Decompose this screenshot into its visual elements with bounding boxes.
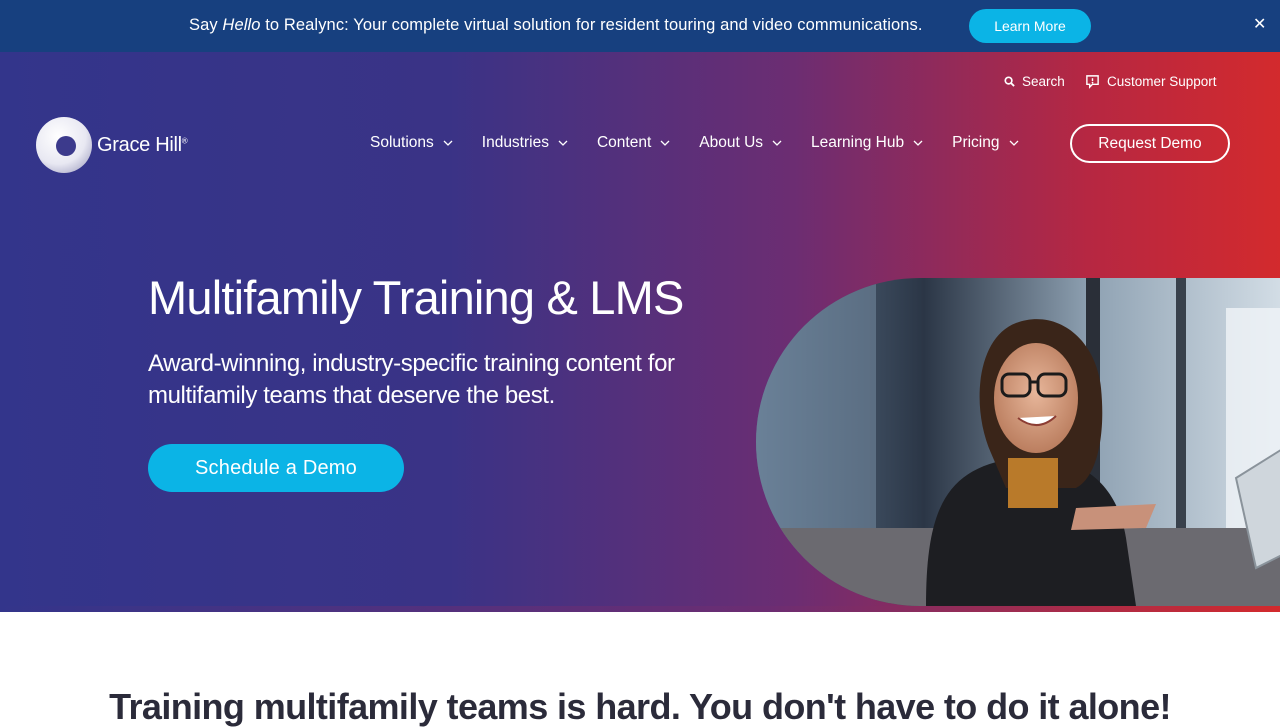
nav-item-learning-hub[interactable]: Learning Hub: [811, 134, 923, 152]
announcement-prefix: Say: [189, 16, 223, 34]
announcement-text: Say Hello to Realync: Your complete virt…: [189, 16, 923, 35]
hero-subtitle: Award-winning, industry-specific trainin…: [148, 350, 675, 409]
chevron-down-icon: [443, 140, 453, 146]
nav-item-about-us[interactable]: About Us: [699, 134, 782, 152]
announcement-bar: Say Hello to Realync: Your complete virt…: [0, 0, 1280, 52]
brand-name: Grace Hill: [97, 133, 182, 156]
nav-item-label: About Us: [699, 134, 764, 151]
intro-heading: Training multifamily teams is hard. You …: [109, 686, 1171, 727]
nav-item-industries[interactable]: Industries: [482, 134, 568, 152]
chevron-down-icon: [772, 140, 782, 146]
chevron-down-icon: [558, 140, 568, 146]
nav-item-label: Pricing: [952, 134, 1000, 151]
search-link[interactable]: Search: [1004, 74, 1065, 89]
announcement-emphasis: Hello: [222, 16, 261, 34]
chevron-down-icon: [913, 140, 923, 146]
request-demo-button[interactable]: Request Demo: [1070, 124, 1230, 163]
nav-item-solutions[interactable]: Solutions: [370, 134, 453, 152]
grace-hill-logo[interactable]: Grace Hill®: [35, 116, 188, 174]
support-chat-icon: [1086, 75, 1099, 89]
nav-item-label: Industries: [481, 134, 549, 151]
hero-title: Multifamily Training & LMS: [148, 271, 684, 324]
nav-item-content[interactable]: Content: [597, 134, 670, 152]
nav-item-pricing[interactable]: Pricing: [952, 134, 1018, 152]
nav-item-label: Learning Hub: [811, 134, 905, 151]
hero-photo: [756, 278, 1280, 606]
support-label: Customer Support: [1107, 74, 1217, 89]
announcement-suffix: to Realync: Your complete virtual soluti…: [260, 16, 923, 34]
logo-text: Grace Hill®: [97, 133, 188, 157]
schedule-demo-button[interactable]: Schedule a Demo: [148, 444, 404, 492]
hero-bottom-border: [0, 606, 1280, 612]
nav-item-label: Content: [596, 134, 652, 151]
customer-support-link[interactable]: Customer Support: [1085, 74, 1217, 89]
learn-more-button[interactable]: Learn More: [969, 9, 1091, 43]
chevron-down-icon: [1009, 140, 1018, 146]
hero-section: Search Customer Support Grace Hill® Solu…: [0, 52, 1280, 612]
woman-at-laptop-image: [756, 278, 1280, 606]
brand-mark: ®: [181, 135, 188, 145]
logo-mark-icon: [36, 117, 92, 173]
nav-item-label: Solutions: [370, 134, 434, 151]
chevron-down-icon: [660, 140, 670, 146]
main-nav: Solutions Industries Content About Us Le…: [370, 134, 1019, 152]
search-label: Search: [1022, 74, 1065, 89]
close-icon[interactable]: ✕: [1253, 14, 1266, 34]
search-icon: [1004, 76, 1015, 87]
